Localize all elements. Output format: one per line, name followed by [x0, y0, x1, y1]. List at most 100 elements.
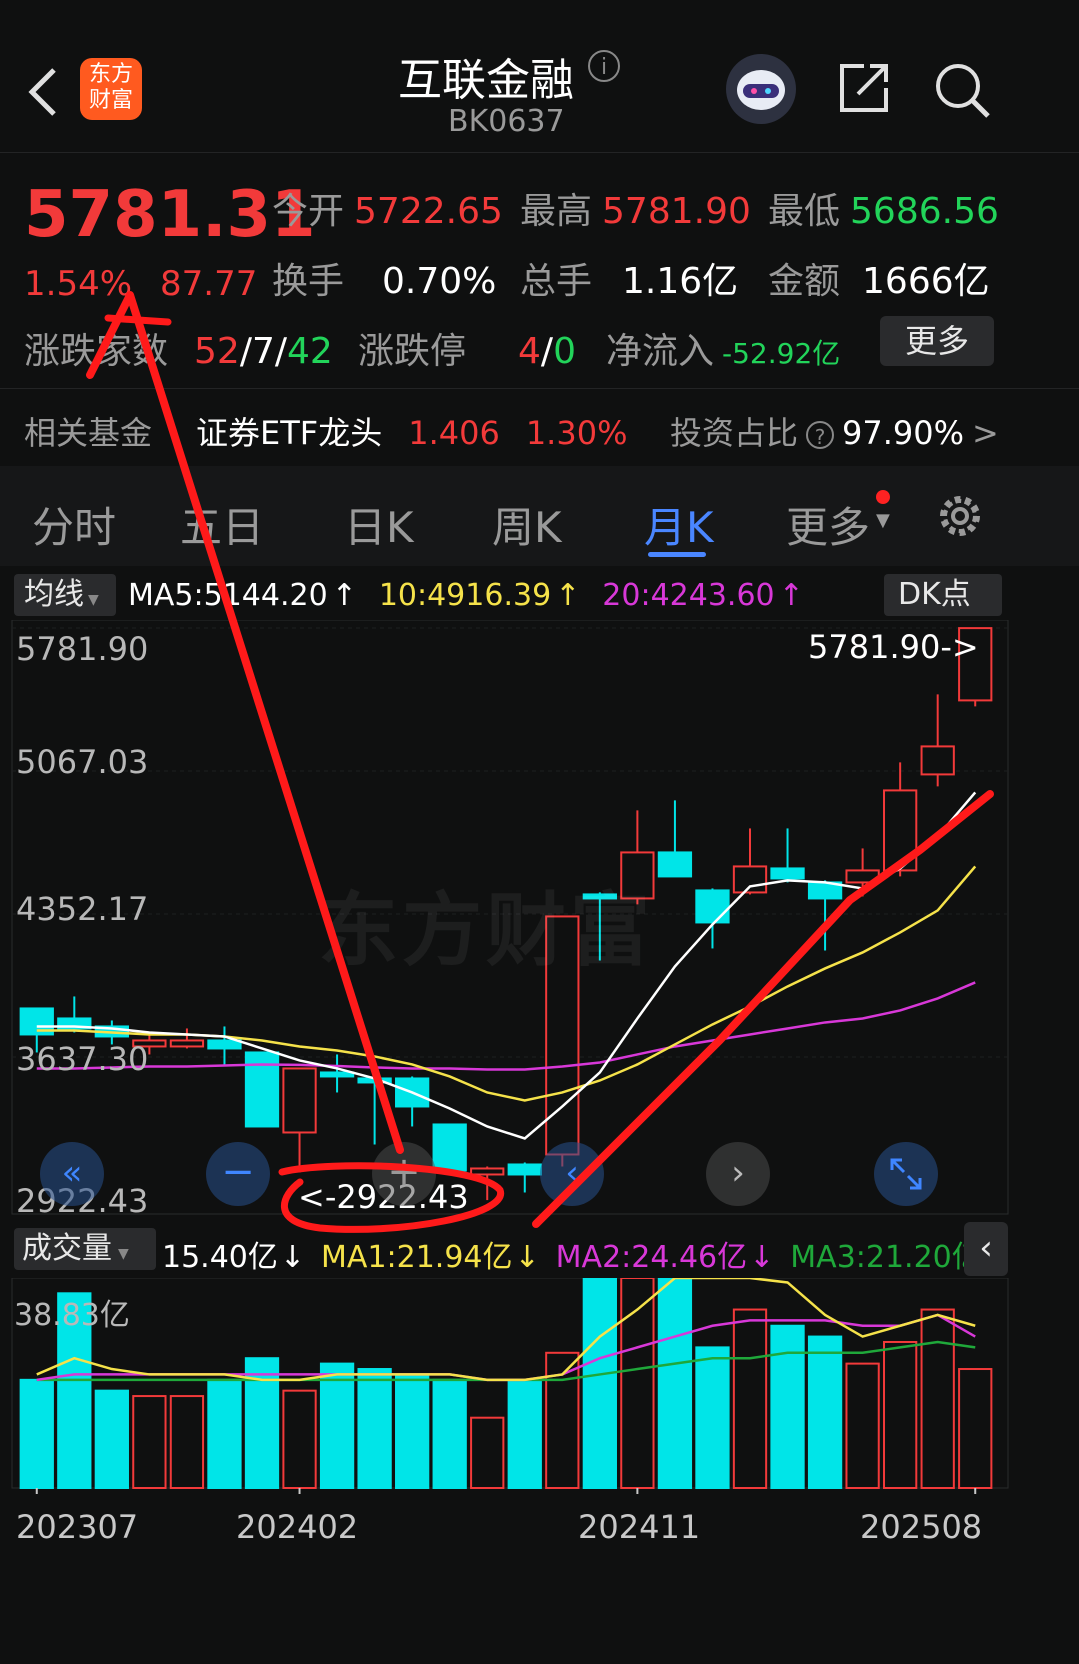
candle-body [695, 889, 730, 924]
volume-bar [695, 1346, 730, 1489]
volume-ma2: MA2:24.46亿 [555, 1240, 748, 1275]
assistant-robot-icon[interactable] [726, 54, 796, 124]
scroll-left-button[interactable]: ‹ [540, 1142, 604, 1206]
ma5-value: MA5:5144.20 [128, 578, 328, 613]
ma10-value: 10:4916.39 [378, 578, 552, 613]
candle-body [845, 869, 880, 884]
ratio-label: 投资占比 [670, 414, 799, 452]
tab-more[interactable]: 更多 [786, 494, 870, 555]
volume-bar [807, 1335, 843, 1489]
scroll-left-fast-button[interactable]: « [40, 1142, 104, 1206]
ma5-arrow: ↑ [331, 578, 357, 613]
limit-label: 涨跌停 [358, 331, 467, 372]
tab-monthly-k[interactable]: 月K [644, 494, 714, 555]
volume-bar [395, 1373, 430, 1489]
breadth-up: 52 [194, 331, 240, 372]
candle-body [920, 745, 955, 776]
volume-selector[interactable]: 成交量 ▼ [14, 1228, 156, 1270]
price-axis-3: 4352.17 [16, 890, 149, 928]
tab-weekly-k[interactable]: 周K [492, 494, 562, 555]
breadth-flat: 7 [251, 331, 275, 372]
ma20-line [36, 981, 976, 1071]
volume-ma1-arrow: ↓ [514, 1240, 540, 1275]
volume-bar [883, 1340, 918, 1489]
volume-bar [207, 1378, 242, 1489]
zoom-in-button[interactable]: + [372, 1142, 436, 1206]
volume-chart[interactable] [0, 1278, 1079, 1494]
volume-bar [507, 1378, 542, 1489]
tab-five-day[interactable]: 五日 [180, 494, 264, 555]
candle-body [470, 1167, 505, 1176]
date-label-1: 202307 [16, 1508, 139, 1546]
volume-bar [432, 1378, 467, 1489]
breadth-sep-1: / [239, 331, 252, 372]
change-value: 87.77 [160, 264, 258, 304]
volume-bar [958, 1368, 993, 1489]
date-label-2: 202402 [236, 1508, 359, 1546]
zoom-out-button[interactable]: − [206, 1142, 270, 1206]
watermark: 东方财富 [318, 884, 654, 977]
volume-current: 15.40亿 [162, 1240, 278, 1275]
date-label-4: 202508 [860, 1508, 983, 1546]
dropdown-icon: ▼ [118, 1246, 129, 1262]
settings-gear-icon[interactable] [934, 490, 986, 542]
tab-intraday[interactable]: 分时 [32, 494, 116, 555]
volume-label: 总手 [520, 261, 593, 302]
limit-up: 4 [518, 331, 541, 372]
candle-body [507, 1163, 542, 1176]
share-icon[interactable] [836, 60, 892, 116]
active-tab-indicator [648, 552, 706, 557]
volume-bar [470, 1416, 505, 1490]
dk-point-button[interactable]: DK点 [884, 574, 1002, 616]
netflow-value: -52.92亿 [722, 337, 841, 370]
open-value: 5722.65 [354, 191, 503, 232]
investment-ratio[interactable]: 投资占比 ? 97.90% > [670, 408, 999, 454]
volume-current-arrow: ↓ [279, 1240, 306, 1275]
info-icon[interactable]: i [588, 50, 620, 82]
volume-bar [732, 1308, 768, 1490]
ma20-value: 20:4243.60 [602, 578, 775, 613]
volume-bar [169, 1395, 205, 1489]
limit-down: 0 [553, 331, 576, 372]
fund-name: 证券ETF龙头 [196, 414, 383, 452]
candle-body [207, 1039, 242, 1050]
more-button[interactable]: 更多 [880, 316, 994, 366]
volume-bar [582, 1278, 617, 1489]
dropdown-icon: ▼ [88, 592, 99, 608]
price-axis-4: 3637.30 [16, 1040, 149, 1078]
ma-selector-label: 均线 [24, 577, 84, 612]
low-value: 5686.56 [850, 191, 999, 232]
volume-ma1: MA1:21.94亿 [321, 1240, 513, 1275]
open-label: 今开 [272, 191, 345, 232]
related-fund-row[interactable]: 相关基金 证券ETF龙头 1.406 1.30% [24, 408, 627, 454]
candle-body [282, 1067, 317, 1134]
high-label: 最高 [520, 191, 593, 232]
breadth-sep-2: / [274, 331, 288, 372]
notification-dot [876, 490, 890, 504]
candle-body [732, 865, 768, 894]
search-icon[interactable] [932, 60, 992, 120]
ma-selector[interactable]: 均线 ▼ [14, 574, 116, 616]
date-label-3: 202411 [578, 1508, 701, 1546]
turnover-value: 0.70% [382, 261, 497, 302]
help-icon: ? [806, 421, 835, 449]
volume-ma2-arrow: ↓ [749, 1240, 775, 1275]
collapse-panel-button[interactable]: ‹ [964, 1222, 1008, 1276]
app-logo-text: 东方财富 [88, 62, 133, 113]
candle-body [169, 1039, 205, 1048]
back-icon[interactable] [22, 62, 62, 122]
scroll-right-button[interactable]: › [706, 1142, 770, 1206]
fund-price: 1.406 [408, 414, 500, 452]
fullscreen-button[interactable] [874, 1142, 938, 1206]
netflow-label: 净流入 [606, 331, 715, 372]
volume-bar [920, 1308, 955, 1490]
volume-bar [94, 1389, 129, 1489]
volume-bar [132, 1395, 167, 1489]
ma10-arrow: ↑ [555, 578, 581, 613]
tab-daily-k[interactable]: 日K [344, 494, 414, 555]
candle-body [432, 1123, 467, 1172]
page-title: 互联金融 [398, 55, 574, 106]
chevron-right-icon: > [972, 414, 999, 452]
amount-value: 1666亿 [862, 261, 990, 302]
app-logo: 东方财富 [80, 58, 142, 120]
